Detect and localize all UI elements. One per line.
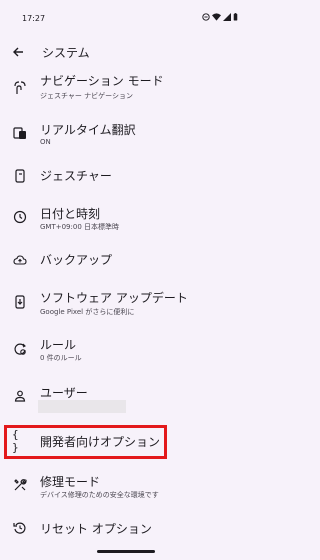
setting-summary: GMT+09:00 日本標準時 — [40, 223, 120, 231]
setting-label: リセット オプション — [40, 522, 152, 536]
setting-label: リアルタイム翻訳 — [40, 123, 136, 137]
setting-label: ユーザー — [40, 386, 88, 400]
arrow-back-icon — [13, 47, 23, 57]
setting-summary: デバイス修理のための安全な環境です — [40, 491, 159, 499]
system-update-icon — [12, 294, 28, 310]
reset-icon — [12, 520, 28, 536]
signal-icon — [223, 13, 231, 21]
live-translate-icon — [12, 125, 28, 141]
setting-label: ナビゲーション モード — [40, 74, 164, 88]
battery-icon — [233, 13, 238, 21]
redacted-user-name — [38, 400, 126, 413]
page-title: システム — [42, 46, 90, 60]
setting-label: ジェスチャー — [40, 169, 112, 183]
person-icon — [12, 388, 28, 404]
setting-label: ソフトウェア アップデート — [40, 291, 188, 305]
wifi-icon — [212, 13, 221, 21]
top-app-bar: システム — [0, 34, 252, 70]
clock-icon — [12, 209, 28, 225]
setting-label: バックアップ — [40, 253, 113, 267]
status-time: 17:27 — [22, 14, 46, 23]
status-bar: 17:27 — [0, 0, 252, 34]
setting-summary: ON — [40, 138, 51, 146]
home-indicator[interactable] — [97, 550, 155, 553]
status-icons — [202, 13, 238, 21]
do-not-disturb-icon — [202, 13, 210, 21]
setting-label: 日付と時刻 — [40, 207, 101, 221]
back-button[interactable] — [8, 42, 28, 62]
phone-gesture-icon — [12, 168, 28, 184]
setting-label: ルール — [40, 338, 77, 352]
setting-summary: Google Pixel がさらに便利に — [40, 308, 135, 316]
tools-icon — [12, 477, 28, 493]
cloud-upload-icon — [12, 252, 28, 268]
highlight-box — [4, 425, 167, 459]
gesture-nav-icon — [12, 80, 28, 96]
setting-summary: 0 件のルール — [40, 354, 82, 362]
setting-label: 修理モード — [40, 475, 101, 489]
setting-summary: ジェスチャー ナビゲーション — [40, 92, 134, 100]
rules-icon — [12, 341, 28, 357]
